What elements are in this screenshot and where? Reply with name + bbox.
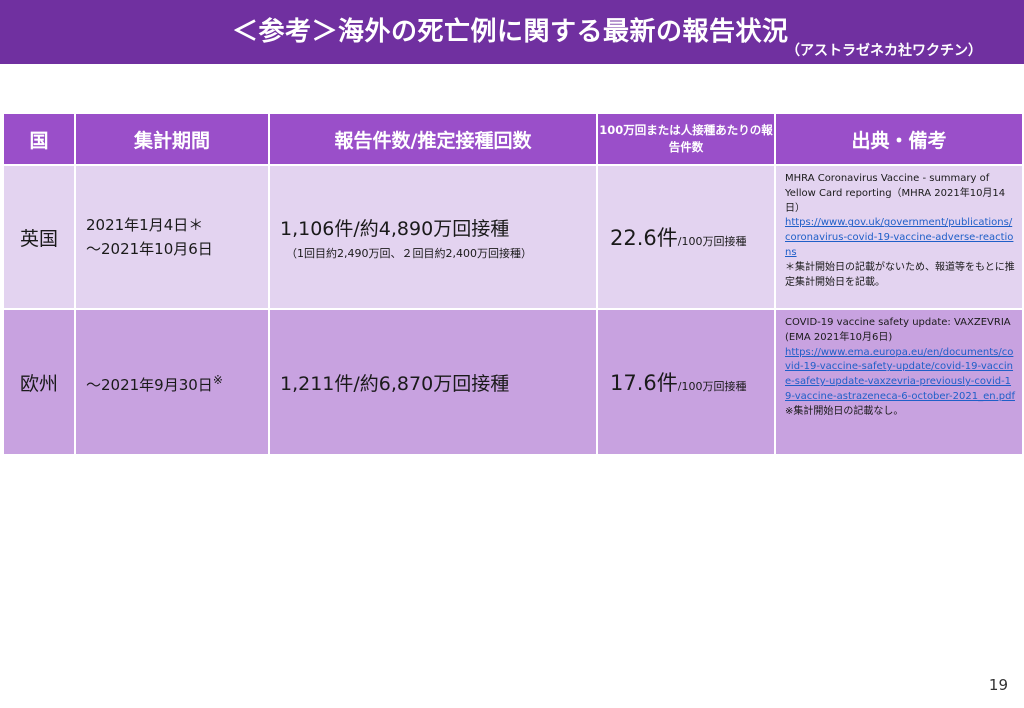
rate-cell: 22.6件/100万回接種 xyxy=(596,164,776,310)
source-cell: COVID-19 vaccine safety update: VAXZEVRI… xyxy=(774,308,1024,456)
source-note: ※集計開始日の記載なし。 xyxy=(785,405,904,417)
source-text: MHRA Coronavirus Vaccine - summary of Ye… xyxy=(785,173,1006,214)
reports-cell: 1,211件/約6,870万回接種 xyxy=(268,308,598,456)
reports-cell: 1,106件/約4,890万回接種 （1回目約2,490万回、２回目約2,400… xyxy=(268,164,598,310)
table-row: 英国 2021年1月4日＊ ～2021年10月6日 1,106件/約4,890万… xyxy=(2,164,1024,310)
rate-value: 22.6件 xyxy=(610,226,678,250)
period-start: 2021年1月4日＊ xyxy=(86,216,204,234)
period-end: ～2021年9月30日 xyxy=(86,375,213,394)
footnote-mark: ※ xyxy=(212,372,223,387)
page-subtitle: （アストラゼネカ社ワクチン） xyxy=(786,43,982,59)
title-banner: ＜参考＞海外の死亡例に関する最新の報告状況 （アストラゼネカ社ワクチン） xyxy=(0,0,1024,64)
reports-count: 1,211件/約6,870万回接種 xyxy=(280,372,510,395)
table-header-row: 国 集計期間 報告件数/推定接種回数 100万回または人接種あたりの報告件数 出… xyxy=(2,112,1024,166)
source-link[interactable]: https://www.gov.uk/government/publicatio… xyxy=(785,216,1016,260)
source-link[interactable]: https://www.ema.europa.eu/en/documents/c… xyxy=(785,346,1016,405)
column-header-rate: 100万回または人接種あたりの報告件数 xyxy=(596,112,776,166)
table-row: 欧州 ～2021年9月30日※ 1,211件/約6,870万回接種 17.6件/… xyxy=(2,308,1024,456)
rate-cell: 17.6件/100万回接種 xyxy=(596,308,776,456)
page-number: 19 xyxy=(988,676,1008,694)
report-table: 国 集計期間 報告件数/推定接種回数 100万回または人接種あたりの報告件数 出… xyxy=(2,112,1024,456)
period-cell: 2021年1月4日＊ ～2021年10月6日 xyxy=(74,164,270,310)
page-title: ＜参考＞海外の死亡例に関する最新の報告状況 xyxy=(232,17,789,47)
source-text: COVID-19 vaccine safety update: VAXZEVRI… xyxy=(785,317,1011,343)
column-header-country: 国 xyxy=(2,112,76,166)
rate-value: 17.6件 xyxy=(610,371,678,395)
country-cell: 欧州 xyxy=(2,308,76,456)
column-header-reports: 報告件数/推定接種回数 xyxy=(268,112,598,166)
reports-breakdown: （1回目約2,490万回、２回目約2,400万回接種） xyxy=(286,246,532,260)
country-cell: 英国 xyxy=(2,164,76,310)
source-note: ＊集計開始日の記載がないため、報道等をもとに推定集計開始日を記載。 xyxy=(785,261,1015,288)
rate-unit: /100万回接種 xyxy=(677,380,747,393)
reports-count: 1,106件/約4,890万回接種 xyxy=(280,217,510,240)
period-cell: ～2021年9月30日※ xyxy=(74,308,270,456)
column-header-period: 集計期間 xyxy=(74,112,270,166)
rate-unit: /100万回接種 xyxy=(677,235,747,248)
column-header-source: 出典・備考 xyxy=(774,112,1024,166)
source-cell: MHRA Coronavirus Vaccine - summary of Ye… xyxy=(774,164,1024,310)
period-end: ～2021年10月6日 xyxy=(86,240,213,258)
